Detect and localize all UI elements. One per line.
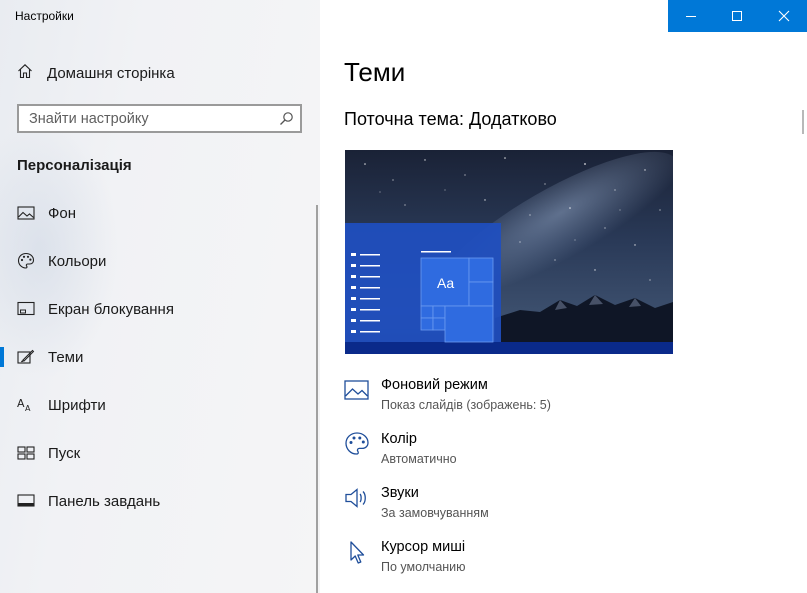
fonts-icon: AA — [17, 396, 35, 414]
minimize-button[interactable] — [668, 0, 714, 32]
option-title: Фоновий режим — [381, 377, 488, 393]
sidebar-item-label: Екран блокування — [48, 300, 174, 318]
sidebar-item-label: Кольори — [48, 252, 107, 270]
home-link[interactable]: Домашня сторінка — [17, 63, 175, 83]
sidebar-item-themes[interactable]: Теми — [0, 337, 318, 377]
sidebar-item-background[interactable]: Фон — [0, 193, 318, 233]
themes-brush-icon — [17, 348, 35, 366]
picture-icon — [17, 204, 35, 222]
section-title: Персоналізація — [17, 157, 132, 174]
sidebar-item-taskbar[interactable]: Панель завдань — [0, 481, 318, 521]
picture-icon — [344, 377, 370, 403]
palette-icon — [17, 252, 35, 270]
search-input[interactable] — [19, 106, 279, 131]
option-title: Курсор миші — [381, 539, 466, 555]
sidebar-item-label: Теми — [48, 348, 84, 366]
option-background[interactable]: Фоновий режим Показ слайдів (зображень: … — [344, 377, 764, 423]
sidebar-item-lock-screen[interactable]: Екран блокування — [0, 289, 318, 329]
option-color[interactable]: Колір Автоматично — [344, 431, 764, 477]
app-title: Настройки — [15, 9, 74, 23]
sidebar-item-label: Пуск — [48, 444, 81, 462]
window-controls — [668, 0, 807, 32]
option-subtitle: За замовчуванням — [381, 506, 489, 520]
option-subtitle: Показ слайдів (зображень: 5) — [381, 398, 551, 412]
sidebar-item-label: Панель завдань — [48, 492, 161, 510]
search-box[interactable] — [17, 104, 302, 133]
sidebar-item-colors[interactable]: Кольори — [0, 241, 318, 281]
svg-text:A: A — [17, 397, 25, 410]
sidebar: Настройки Домашня сторінка Персоналізаці… — [0, 0, 320, 593]
svg-text:A: A — [25, 404, 31, 413]
home-icon — [17, 63, 33, 84]
content-scrollbar[interactable] — [802, 110, 804, 134]
minimize-icon — [686, 16, 696, 17]
option-title: Колір — [381, 431, 417, 447]
sidebar-item-label: Фон — [48, 204, 77, 222]
speaker-icon — [344, 485, 370, 511]
sidebar-item-label: Шрифти — [48, 396, 106, 414]
option-subtitle: Автоматично — [381, 452, 457, 466]
start-icon — [17, 444, 35, 462]
option-mouse-cursor[interactable]: Курсор миші По умолчанию — [344, 539, 764, 585]
sidebar-item-start[interactable]: Пуск — [0, 433, 318, 473]
home-label: Домашня сторінка — [47, 64, 175, 82]
search-icon[interactable] — [279, 111, 294, 131]
sidebar-item-fonts[interactable]: AA Шрифти — [0, 385, 318, 425]
lock-screen-icon — [17, 300, 35, 318]
theme-preview: Aa — [345, 150, 673, 354]
option-title: Звуки — [381, 485, 419, 501]
close-button[interactable] — [761, 0, 807, 32]
maximize-button[interactable] — [714, 0, 760, 32]
option-sounds[interactable]: Звуки За замовчуванням — [344, 485, 764, 531]
preview-tile-text: Aa — [437, 275, 454, 291]
sidebar-scrollbar[interactable] — [316, 205, 318, 593]
palette-icon — [344, 431, 370, 457]
close-icon — [778, 10, 790, 22]
maximize-icon — [732, 11, 742, 21]
cursor-icon — [344, 539, 370, 565]
page-title: Теми — [344, 57, 406, 87]
active-indicator — [0, 347, 4, 367]
taskbar-icon — [17, 492, 35, 510]
option-subtitle: По умолчанию — [381, 560, 466, 574]
current-theme-label: Поточна тема: Додатково — [344, 109, 557, 129]
